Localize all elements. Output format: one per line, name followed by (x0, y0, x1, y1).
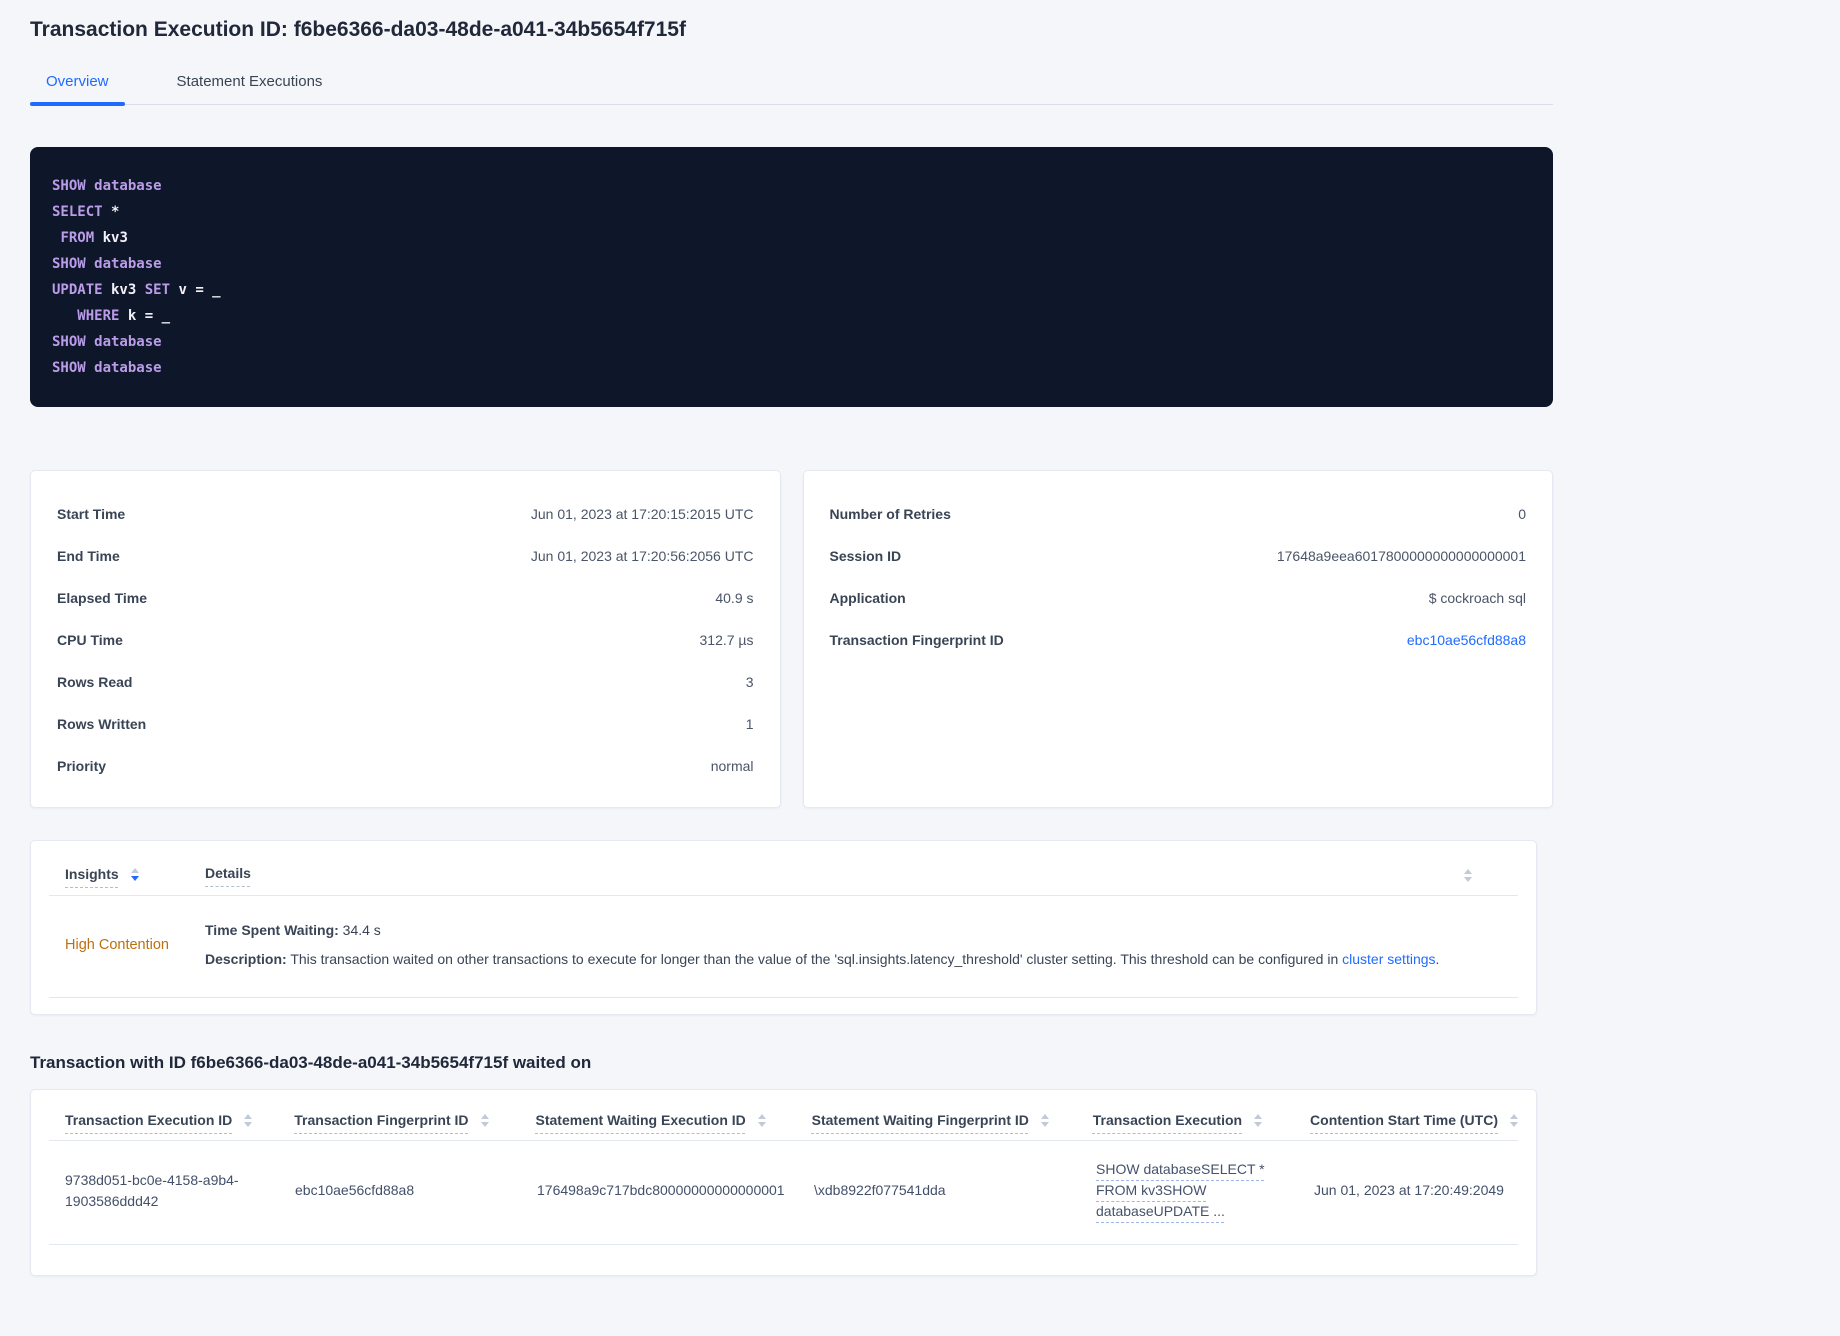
row-value: Jun 01, 2023 at 17:20:15:2015 UTC (530, 506, 754, 522)
row-value: 17648a9eea6017800000000000000001 (1276, 548, 1526, 564)
row-label: Elapsed Time (57, 590, 148, 606)
waited-on-table: Transaction Execution ID Transaction Fin… (30, 1089, 1537, 1276)
insight-badge: High Contention (65, 936, 169, 953)
waited-on-heading: Transaction with ID f6be6366-da03-48de-a… (30, 1053, 592, 1072)
summary-row-rows-written: Rows Written 1 (57, 703, 754, 745)
row-value: normal (710, 758, 754, 774)
column-header-transaction-execution-id[interactable]: Transaction Execution ID (49, 1112, 278, 1128)
time-spent-waiting: Time Spent Waiting: 34.4 s (205, 922, 381, 938)
column-header-contention-start-time[interactable]: Contention Start Time (UTC) (1294, 1112, 1518, 1128)
row-label: Application (829, 590, 906, 606)
summary-row-cpu-time: CPU Time 312.7 µs (57, 619, 754, 661)
column-header-label: Transaction Fingerprint ID (294, 1112, 469, 1128)
sort-icon (244, 1113, 253, 1127)
row-label: Session ID (829, 548, 902, 564)
tab-statement-executions[interactable]: Statement Executions (161, 62, 339, 104)
sql-line: SHOW database (52, 334, 162, 350)
row-value: 1 (745, 716, 754, 732)
summary-card-timing: Start Time Jun 01, 2023 at 17:20:15:2015… (30, 470, 781, 808)
row-value: 40.9 s (715, 590, 754, 606)
insight-details: Time Spent Waiting: 34.4 s Description: … (205, 920, 1518, 969)
row-label: End Time (57, 548, 120, 564)
column-header-statement-waiting-execution-id[interactable]: Statement Waiting Execution ID (520, 1112, 796, 1128)
insights-column-header[interactable]: Insights (65, 866, 205, 882)
cell-transaction-execution: SHOW databaseSELECT * FROM kv3SHOW datab… (1080, 1159, 1298, 1222)
transaction-fingerprint-link[interactable]: ebc10ae56cfd88a8 (1407, 632, 1526, 648)
row-value: 312.7 µs (699, 632, 754, 648)
tab-overview[interactable]: Overview (30, 62, 125, 106)
row-value: Jun 01, 2023 at 17:20:56:2056 UTC (530, 548, 754, 564)
divider (49, 1244, 1518, 1245)
insights-table: Insights Details High Contention Time Sp… (30, 840, 1537, 1015)
sql-line: SHOW database (52, 178, 162, 194)
row-label: Rows Read (57, 674, 133, 690)
summary-row-end-time: End Time Jun 01, 2023 at 17:20:56:2056 U… (57, 535, 754, 577)
column-header-label: Details (205, 865, 251, 881)
insight-row: High Contention Time Spent Waiting: 34.4… (49, 896, 1518, 997)
sql-line: SHOW database (52, 360, 162, 376)
summary-row-priority: Priority normal (57, 745, 754, 787)
cell-contention-start-time: Jun 01, 2023 at 17:20:49:2049 (1314, 1182, 1504, 1198)
column-header-statement-waiting-fingerprint-id[interactable]: Statement Waiting Fingerprint ID (796, 1112, 1077, 1128)
details-column-header[interactable]: Details (205, 865, 251, 883)
column-header-transaction-execution[interactable]: Transaction Execution (1077, 1112, 1294, 1128)
summary-row-retries: Number of Retries 0 (830, 493, 1527, 535)
row-label: Number of Retries (829, 506, 951, 522)
sort-icon (1040, 1113, 1049, 1127)
sql-line: SELECT * (52, 204, 120, 220)
divider (49, 997, 1518, 998)
row-label: Start Time (57, 506, 126, 522)
sort-icon (480, 1113, 489, 1127)
sql-line: WHERE k = _ (77, 308, 171, 324)
sort-icon[interactable] (1464, 869, 1472, 882)
sql-line: FROM kv3 (60, 230, 128, 246)
summary-card-session: Number of Retries 0 Session ID 17648a9ee… (802, 470, 1553, 808)
cluster-settings-link[interactable]: cluster settings (1342, 951, 1435, 967)
cell-statement-waiting-fingerprint-id: \xdb8922f077541dda (814, 1182, 946, 1198)
sql-statements-box: SHOW database SELECT * FROM kv3 SHOW dat… (30, 147, 1553, 407)
row-value: 0 (1518, 506, 1526, 522)
insights-table-header: Insights Details (49, 841, 1518, 895)
row-value: 3 (745, 674, 754, 690)
row-label: Rows Written (57, 716, 147, 732)
summary-row-rows-read: Rows Read 3 (57, 661, 754, 703)
row-label: Priority (57, 758, 107, 774)
summary-row-application: Application $ cockroach sql (830, 577, 1527, 619)
row-label: CPU Time (57, 632, 123, 648)
summary-row-session-id: Session ID 17648a9eea6017800000000000000… (830, 535, 1527, 577)
tab-statement-executions-label: Statement Executions (176, 73, 323, 90)
column-header-label: Transaction Execution (1092, 1112, 1243, 1128)
column-header-transaction-fingerprint-id[interactable]: Transaction Fingerprint ID (278, 1112, 519, 1128)
waited-on-table-header: Transaction Execution ID Transaction Fin… (49, 1090, 1518, 1140)
tab-overview-label: Overview (46, 73, 109, 90)
sort-icon (130, 867, 139, 881)
cell-transaction-fingerprint-id: ebc10ae56cfd88a8 (295, 1182, 415, 1198)
summary-cards-row: Start Time Jun 01, 2023 at 17:20:15:2015… (30, 470, 1553, 808)
page-title: Transaction Execution ID: f6be6366-da03-… (30, 18, 686, 41)
cell-transaction-execution-id: 9738d051-bc0e-4158-a9b4-1903586ddd42 (65, 1171, 239, 1209)
table-row: 9738d051-bc0e-4158-a9b4-1903586ddd42 ebc… (49, 1141, 1518, 1244)
column-header-label: Statement Waiting Execution ID (535, 1112, 746, 1128)
column-header-label: Contention Start Time (UTC) (1310, 1112, 1498, 1128)
summary-row-start-time: Start Time Jun 01, 2023 at 17:20:15:2015… (57, 493, 754, 535)
sort-icon (1510, 1113, 1518, 1127)
sort-icon (757, 1113, 766, 1127)
column-header-label: Statement Waiting Fingerprint ID (811, 1112, 1029, 1128)
row-value: $ cockroach sql (1428, 590, 1526, 606)
summary-row-elapsed-time: Elapsed Time 40.9 s (57, 577, 754, 619)
transaction-execution-link[interactable]: SHOW databaseSELECT * FROM kv3SHOW datab… (1096, 1161, 1265, 1219)
column-header-label: Transaction Execution ID (65, 1112, 233, 1128)
sql-line: UPDATE kv3 SET v = _ (52, 282, 221, 298)
tab-bar: Overview Statement Executions (30, 62, 1553, 106)
row-label: Transaction Fingerprint ID (829, 632, 1004, 648)
sql-line: SHOW database (52, 256, 162, 272)
active-tab-indicator (30, 102, 125, 106)
column-header-label: Insights (65, 866, 119, 882)
cell-statement-waiting-execution-id: 176498a9c717bdc80000000000000001 (537, 1182, 785, 1198)
sort-icon (1254, 1113, 1263, 1127)
insight-description: Description: This transaction waited on … (205, 951, 1440, 967)
summary-row-transaction-fingerprint-id: Transaction Fingerprint ID ebc10ae56cfd8… (830, 619, 1527, 661)
